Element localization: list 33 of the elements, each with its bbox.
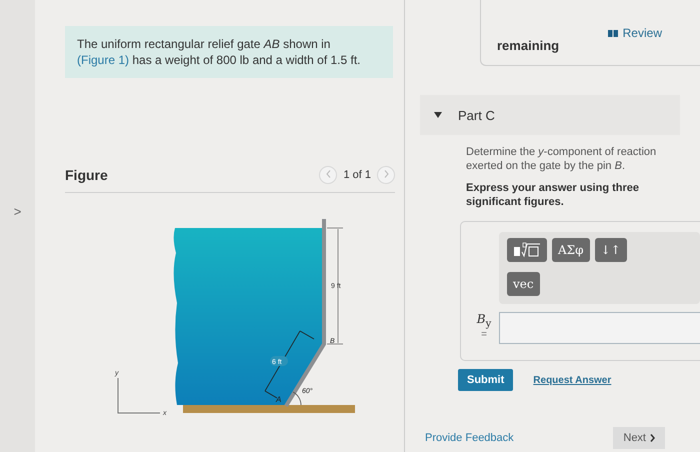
part-header[interactable]: Part C — [420, 95, 680, 135]
chevron-right-icon — [384, 170, 388, 178]
caret-down-icon — [434, 112, 442, 118]
symbol-button[interactable]: vec — [507, 272, 540, 296]
template-icon — [513, 242, 541, 258]
length-dimension-drawing — [264, 330, 314, 398]
remaining-label: remaining — [497, 38, 560, 53]
chevron-left-icon — [326, 170, 331, 178]
answer-input[interactable] — [499, 312, 700, 344]
figure-title: Figure — [65, 167, 108, 183]
point-label: A — [276, 395, 282, 404]
next-figure-button[interactable] — [377, 166, 395, 184]
page-counter: 1 of 1 — [343, 169, 371, 181]
request-answer-link[interactable]: Request Answer — [533, 374, 612, 386]
axes-drawing — [118, 378, 160, 414]
expand-toggle[interactable]: > — [14, 204, 22, 218]
instruction-text: Express your answer using three significant figures. — [466, 181, 640, 209]
template-button[interactable] — [507, 238, 547, 262]
problem-text: The uniform rectangular relief gate AB shown in (Figure 1) has a weight of 800 lb and a width of 1.5 ft. — [65, 26, 393, 78]
next-button[interactable]: Next — [613, 427, 665, 449]
equals-sign: = — [481, 329, 487, 340]
variable-label: B$_{y}$ — [476, 312, 492, 330]
previous-button[interactable] — [319, 166, 338, 184]
submit-button[interactable]: Submit — [458, 369, 514, 391]
angle-arc — [292, 392, 302, 406]
figure-link[interactable]: (Figure 1) — [77, 53, 130, 67]
question-text: Determine the y-component of reaction exerted on the gate by the pin B. — [466, 145, 658, 173]
feedback-link[interactable]: Provide Feedback — [425, 432, 514, 444]
review-link[interactable]: Review — [608, 26, 662, 40]
book-icon — [608, 30, 618, 36]
symbol-button[interactable]: ↓↑ — [594, 238, 627, 262]
symbol-button[interactable]: ΑΣφ — [552, 238, 590, 262]
chevron-right-icon — [650, 434, 655, 442]
